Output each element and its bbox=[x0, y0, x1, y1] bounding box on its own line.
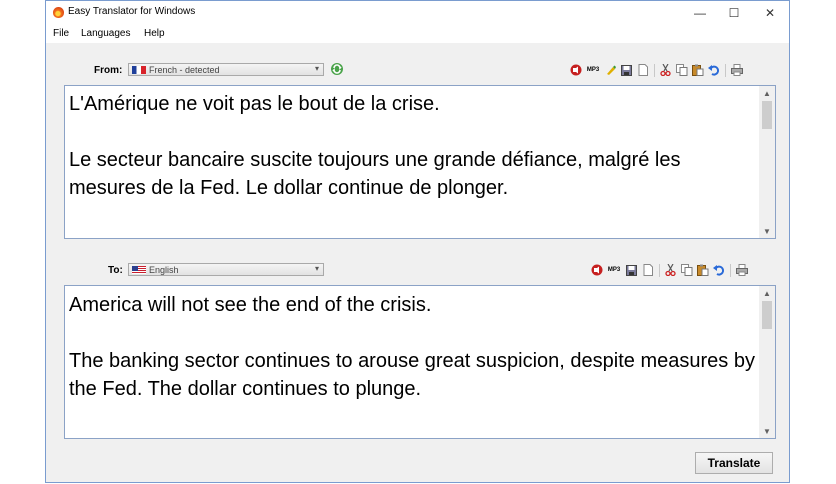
app-flame-icon bbox=[53, 7, 64, 18]
menu-bar: File Languages Help bbox=[46, 25, 789, 43]
chevron-down-icon: ▾ bbox=[314, 264, 319, 273]
speaker-icon[interactable] bbox=[568, 63, 583, 77]
paste-icon[interactable] bbox=[695, 263, 710, 277]
close-button[interactable]: ✕ bbox=[752, 1, 788, 25]
print-icon[interactable] bbox=[729, 63, 744, 77]
app-window: Easy Translator for Windows — ☐ ✕ File L… bbox=[45, 0, 790, 483]
target-toolbar: MP3 bbox=[589, 262, 750, 278]
title-bar: Easy Translator for Windows — ☐ ✕ bbox=[46, 1, 789, 25]
undo-icon[interactable] bbox=[706, 63, 721, 77]
paste-icon[interactable] bbox=[690, 63, 705, 77]
scroll-up-icon[interactable]: ▲ bbox=[759, 286, 775, 300]
new-document-icon[interactable] bbox=[640, 263, 655, 277]
source-text: L'Amérique ne voit pas le bout de la cri… bbox=[69, 93, 681, 199]
source-scrollbar[interactable]: ▲ ▼ bbox=[759, 86, 775, 238]
usa-flag-icon bbox=[132, 266, 146, 274]
clear-icon[interactable] bbox=[603, 63, 618, 77]
toolbar-separator bbox=[654, 63, 655, 77]
toolbar-separator bbox=[659, 263, 660, 277]
target-text: America will not see the end of the cris… bbox=[69, 294, 755, 400]
copy-icon[interactable] bbox=[679, 263, 694, 277]
menu-help[interactable]: Help bbox=[144, 28, 165, 39]
new-document-icon[interactable] bbox=[635, 63, 650, 77]
from-language-value: French - detected bbox=[149, 65, 220, 75]
mp3-icon[interactable]: MP3 bbox=[584, 63, 602, 77]
cut-icon[interactable] bbox=[663, 263, 678, 277]
target-text-area[interactable]: America will not see the end of the cris… bbox=[64, 285, 776, 439]
france-flag-icon bbox=[132, 66, 146, 74]
menu-file[interactable]: File bbox=[53, 28, 69, 39]
speaker-icon[interactable] bbox=[589, 263, 604, 277]
toolbar-separator bbox=[730, 263, 731, 277]
to-label: To: bbox=[108, 265, 123, 276]
scroll-down-icon[interactable]: ▼ bbox=[759, 224, 775, 238]
swap-languages-icon[interactable] bbox=[330, 62, 344, 76]
source-toolbar: MP3 bbox=[568, 62, 745, 78]
save-icon[interactable] bbox=[624, 263, 639, 277]
translate-button[interactable]: Translate bbox=[695, 452, 773, 474]
print-icon[interactable] bbox=[734, 263, 749, 277]
chevron-down-icon: ▾ bbox=[314, 64, 319, 73]
to-language-value: English bbox=[149, 265, 179, 275]
mp3-icon[interactable]: MP3 bbox=[605, 263, 623, 277]
copy-icon[interactable] bbox=[674, 63, 689, 77]
maximize-button[interactable]: ☐ bbox=[716, 1, 752, 25]
save-icon[interactable] bbox=[619, 63, 634, 77]
from-language-select[interactable]: French - detected ▾ bbox=[128, 63, 324, 76]
scroll-down-icon[interactable]: ▼ bbox=[759, 424, 775, 438]
to-language-select[interactable]: English ▾ bbox=[128, 263, 324, 276]
cut-icon[interactable] bbox=[658, 63, 673, 77]
scroll-up-icon[interactable]: ▲ bbox=[759, 86, 775, 100]
scroll-thumb[interactable] bbox=[762, 301, 772, 329]
window-title: Easy Translator for Windows bbox=[68, 6, 196, 17]
toolbar-separator bbox=[725, 63, 726, 77]
source-text-area[interactable]: L'Amérique ne voit pas le bout de la cri… bbox=[64, 85, 776, 239]
menu-languages[interactable]: Languages bbox=[81, 28, 131, 39]
scroll-thumb[interactable] bbox=[762, 101, 772, 129]
from-label: From: bbox=[94, 65, 123, 76]
target-scrollbar[interactable]: ▲ ▼ bbox=[759, 286, 775, 438]
minimize-button[interactable]: — bbox=[682, 1, 718, 25]
undo-icon[interactable] bbox=[711, 263, 726, 277]
